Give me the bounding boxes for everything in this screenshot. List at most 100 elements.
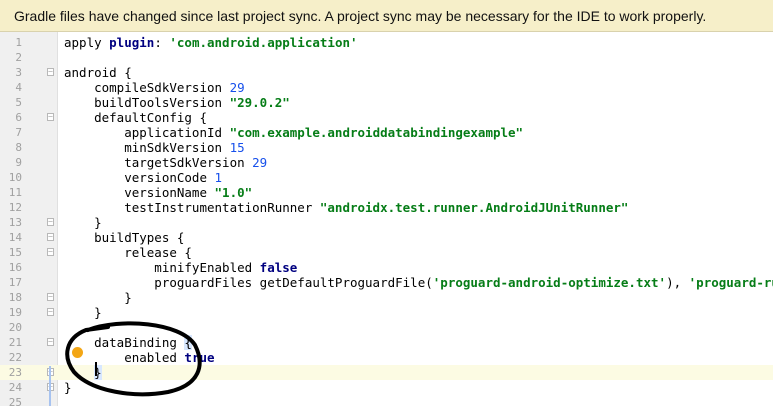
line-number[interactable]: 6 bbox=[0, 110, 22, 125]
code-text[interactable]: minSdkVersion 15 bbox=[64, 140, 245, 155]
code-line[interactable]: 10 versionCode 1 bbox=[0, 170, 773, 185]
code-token: 'com.android.application' bbox=[169, 35, 358, 50]
code-line[interactable]: 6 – defaultConfig { bbox=[0, 110, 773, 125]
line-number[interactable]: 15 bbox=[0, 245, 22, 260]
code-token: false bbox=[259, 260, 298, 275]
fold-marker-icon[interactable]: – bbox=[47, 248, 54, 256]
code-token: buildTypes { bbox=[64, 230, 185, 245]
line-number[interactable]: 21 bbox=[0, 335, 22, 350]
line-number[interactable]: 23 bbox=[0, 365, 22, 380]
code-token: versionCode bbox=[64, 170, 215, 185]
code-line[interactable]: 8 minSdkVersion 15 bbox=[0, 140, 773, 155]
sync-notification-banner[interactable]: Gradle files have changed since last pro… bbox=[0, 0, 773, 32]
line-number[interactable]: 18 bbox=[0, 290, 22, 305]
line-number[interactable]: 16 bbox=[0, 260, 22, 275]
code-line[interactable]: 1 apply plugin: 'com.android.application' bbox=[0, 35, 773, 50]
code-token: apply bbox=[64, 35, 110, 50]
code-token: } bbox=[64, 215, 102, 230]
line-number[interactable]: 5 bbox=[0, 95, 22, 110]
code-token: 1 bbox=[214, 170, 223, 185]
line-number[interactable]: 9 bbox=[0, 155, 22, 170]
fold-marker-icon[interactable]: – bbox=[47, 338, 54, 346]
code-line[interactable]: 3 – android { bbox=[0, 65, 773, 80]
code-text[interactable]: } bbox=[64, 215, 102, 230]
line-number[interactable]: 14 bbox=[0, 230, 22, 245]
code-line[interactable]: 21 – dataBinding { bbox=[0, 335, 773, 350]
line-number[interactable]: 2 bbox=[0, 50, 22, 65]
code-line[interactable]: 23– } bbox=[0, 365, 773, 380]
code-line[interactable]: 12 testInstrumentationRunner "androidx.t… bbox=[0, 200, 773, 215]
code-line[interactable]: 9 targetSdkVersion 29 bbox=[0, 155, 773, 170]
line-number[interactable]: 11 bbox=[0, 185, 22, 200]
code-line[interactable]: 2 bbox=[0, 50, 773, 65]
line-number[interactable]: 22 bbox=[0, 350, 22, 365]
code-line[interactable]: 4 compileSdkVersion 29 bbox=[0, 80, 773, 95]
code-text[interactable]: } bbox=[64, 305, 102, 320]
code-text[interactable]: testInstrumentationRunner "androidx.test… bbox=[64, 200, 628, 215]
code-text[interactable]: android { bbox=[64, 65, 132, 80]
line-number[interactable]: 7 bbox=[0, 125, 22, 140]
code-text[interactable]: defaultConfig { bbox=[64, 110, 207, 125]
code-token: "1.0" bbox=[214, 185, 253, 200]
line-number[interactable]: 1 bbox=[0, 35, 22, 50]
fold-marker-icon[interactable]: – bbox=[47, 308, 54, 316]
code-text[interactable]: minifyEnabled false bbox=[64, 260, 297, 275]
code-text[interactable]: versionName "1.0" bbox=[64, 185, 252, 200]
change-marker[interactable] bbox=[49, 366, 51, 406]
code-line[interactable]: 7 applicationId "com.example.androiddata… bbox=[0, 125, 773, 140]
code-line[interactable]: 17 proguardFiles getDefaultProguardFile(… bbox=[0, 275, 773, 290]
intention-bulb-icon[interactable] bbox=[72, 347, 83, 358]
code-text[interactable]: buildTypes { bbox=[64, 230, 184, 245]
code-text[interactable]: apply plugin: 'com.android.application' bbox=[64, 35, 358, 50]
line-number[interactable]: 10 bbox=[0, 170, 22, 185]
code-token: versionName bbox=[64, 185, 215, 200]
line-number[interactable]: 24 bbox=[0, 380, 22, 395]
line-number[interactable]: 19 bbox=[0, 305, 22, 320]
fold-marker-icon[interactable]: – bbox=[47, 113, 54, 121]
line-number[interactable]: 3 bbox=[0, 65, 22, 80]
code-text[interactable]: proguardFiles getDefaultProguardFile('pr… bbox=[64, 275, 773, 290]
code-text[interactable]: } bbox=[64, 380, 72, 395]
code-editor[interactable]: 1 apply plugin: 'com.android.application'… bbox=[0, 32, 773, 406]
code-line[interactable]: 19 – } bbox=[0, 305, 773, 320]
fold-marker-icon[interactable]: – bbox=[47, 293, 54, 301]
code-text[interactable]: versionCode 1 bbox=[64, 170, 222, 185]
code-text[interactable]: compileSdkVersion 29 bbox=[64, 80, 245, 95]
code-line[interactable]: 24–} bbox=[0, 380, 773, 395]
code-token: compileSdkVersion bbox=[64, 80, 230, 95]
code-token: minSdkVersion bbox=[64, 140, 230, 155]
line-number[interactable]: 8 bbox=[0, 140, 22, 155]
fold-marker-icon[interactable]: – bbox=[47, 218, 54, 226]
line-number[interactable]: 25 bbox=[0, 395, 22, 406]
fold-marker-icon[interactable]: – bbox=[47, 68, 54, 76]
code-line[interactable]: 11 versionName "1.0" bbox=[0, 185, 773, 200]
code-line[interactable]: 20 bbox=[0, 320, 773, 335]
code-token: 15 bbox=[229, 140, 245, 155]
code-text[interactable]: dataBinding { bbox=[64, 335, 192, 350]
code-text[interactable]: applicationId "com.example.androiddatabi… bbox=[64, 125, 523, 140]
code-token: 29 bbox=[252, 155, 268, 170]
code-line[interactable]: 14 – buildTypes { bbox=[0, 230, 773, 245]
code-line[interactable]: 13 – } bbox=[0, 215, 773, 230]
code-line[interactable]: 5 buildToolsVersion "29.0.2" bbox=[0, 95, 773, 110]
line-number[interactable]: 13 bbox=[0, 215, 22, 230]
code-text[interactable]: release { bbox=[64, 245, 192, 260]
code-token: "com.example.androiddatabindingexample" bbox=[229, 125, 524, 140]
code-token: plugin bbox=[109, 35, 155, 50]
text-caret bbox=[95, 362, 97, 376]
code-text[interactable]: targetSdkVersion 29 bbox=[64, 155, 267, 170]
line-number[interactable]: 20 bbox=[0, 320, 22, 335]
code-token: { bbox=[184, 335, 192, 350]
fold-marker-icon[interactable]: – bbox=[47, 233, 54, 241]
code-line[interactable]: 25 bbox=[0, 395, 773, 406]
code-text[interactable]: } bbox=[64, 290, 132, 305]
line-number[interactable]: 17 bbox=[0, 275, 22, 290]
line-number[interactable]: 4 bbox=[0, 80, 22, 95]
code-text[interactable]: buildToolsVersion "29.0.2" bbox=[64, 95, 290, 110]
code-line[interactable]: 15 – release { bbox=[0, 245, 773, 260]
code-line[interactable]: 22 enabled true bbox=[0, 350, 773, 365]
code-line[interactable]: 18 – } bbox=[0, 290, 773, 305]
line-number[interactable]: 12 bbox=[0, 200, 22, 215]
code-text[interactable]: enabled true bbox=[64, 350, 214, 365]
code-line[interactable]: 16 minifyEnabled false bbox=[0, 260, 773, 275]
